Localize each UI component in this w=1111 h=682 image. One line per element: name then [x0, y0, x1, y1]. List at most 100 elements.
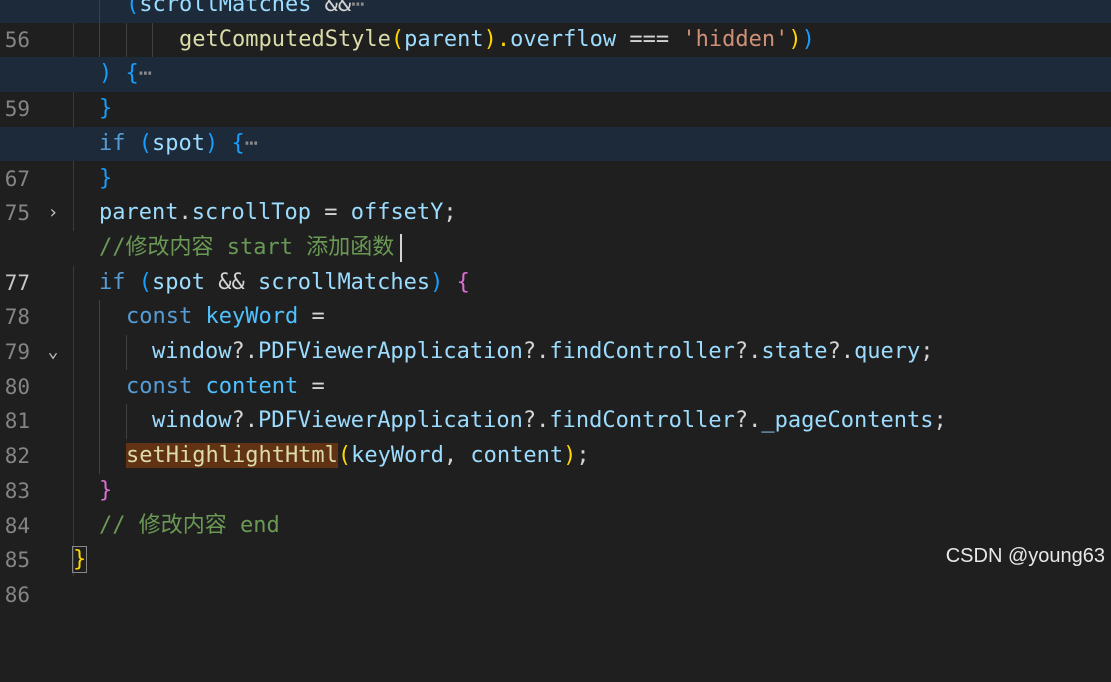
- brace: {: [218, 130, 245, 156]
- keyword: if: [99, 269, 126, 295]
- operator: ?.: [522, 408, 550, 434]
- identifier: _pageContents: [761, 408, 934, 434]
- indent-guide: [99, 369, 100, 405]
- indent-guide: [126, 335, 127, 370]
- identifier: offsetY: [350, 200, 444, 226]
- identifier: scrollTop: [191, 200, 311, 226]
- code-line-66[interactable]: 66 }: [0, 92, 1111, 156]
- indent-guide: [126, 22, 127, 58]
- operator: ?.: [827, 339, 855, 364]
- code-line-67[interactable]: 67 › if (spot) {⋯: [0, 126, 1111, 223]
- code-line-85[interactable]: 85 // 修改内容 end: [0, 509, 1111, 573]
- identifier: PDFViewerApplication: [257, 339, 523, 364]
- code-editor[interactable]: 56 › (scrollMatches &&⋯ 58 getComputedSt…: [0, 0, 1111, 607]
- folded-ellipsis-icon[interactable]: ⋯: [139, 61, 152, 86]
- comment: //修改内容 start 添加函数: [99, 234, 395, 260]
- operator: ?.: [734, 339, 762, 364]
- identifier: keyWord: [351, 443, 444, 469]
- keyword: const: [126, 304, 193, 330]
- paren: ): [788, 26, 802, 52]
- brace: }: [99, 165, 113, 191]
- code-line-77[interactable]: 77 //修改内容 start 添加函数: [0, 230, 1111, 295]
- indent-guide: [99, 300, 100, 335]
- brace: }: [99, 477, 113, 503]
- code-line-76[interactable]: 76 parent.scrollTop = offsetY;: [0, 196, 1111, 260]
- paren: ): [430, 269, 444, 295]
- brace: }: [99, 96, 113, 122]
- identifier: state: [761, 339, 828, 364]
- identifier: query: [854, 339, 921, 364]
- paren: ).: [483, 26, 511, 52]
- identifier: content: [470, 443, 564, 469]
- line-number: 86: [4, 582, 30, 607]
- code-line-58[interactable]: 58 getComputedStyle(parent).overflow ===…: [0, 22, 1111, 86]
- identifier: parent: [404, 26, 484, 52]
- highlighted-function-name: setHighlightHtml: [126, 443, 338, 469]
- string-literal: 'hidden': [682, 26, 789, 52]
- identifier: parent: [99, 200, 179, 226]
- paren: (: [125, 269, 152, 295]
- identifier: window: [152, 339, 232, 364]
- indent-guide: [99, 0, 100, 23]
- identifier: overflow: [510, 26, 617, 52]
- identifier: window: [152, 408, 232, 434]
- operator: .: [178, 200, 192, 226]
- folded-ellipsis-icon[interactable]: ⋯: [245, 131, 258, 156]
- paren: ): [99, 61, 113, 87]
- identifier: findController: [549, 408, 735, 434]
- operator: &&: [204, 269, 258, 295]
- operator: ,: [443, 443, 471, 469]
- paren: (: [337, 443, 352, 469]
- identifier: scrollMatches: [139, 0, 312, 17]
- indent-guide: [99, 404, 100, 440]
- indent-guide: [126, 404, 127, 440]
- paren: ): [801, 26, 815, 52]
- indent-guide: [99, 22, 100, 58]
- code-line-83[interactable]: 83 setHighlightHtml(keyWord, content);: [0, 439, 1111, 503]
- keyword: const: [126, 373, 193, 399]
- code-line-81[interactable]: 81 const content =: [0, 369, 1111, 433]
- identifier: content: [205, 373, 299, 399]
- keyword: if: [99, 130, 126, 156]
- brace-match: }: [71, 546, 88, 574]
- paren: ): [204, 130, 219, 156]
- operator: =: [298, 373, 325, 399]
- text-cursor: [400, 233, 403, 262]
- code-line-78[interactable]: 78 ⌄ if (spot && scrollMatches) {: [0, 266, 1111, 362]
- paren: (: [126, 0, 140, 17]
- code-line-79[interactable]: 79 const keyWord =: [0, 300, 1111, 364]
- code-line-59[interactable]: 59 › ) {⋯: [0, 57, 1111, 154]
- paren: (: [125, 130, 152, 156]
- code-line-56[interactable]: 56 › (scrollMatches &&⋯: [0, 0, 1111, 84]
- indent-guide: [99, 335, 100, 370]
- semicolon: ;: [443, 200, 457, 226]
- operator: ?.: [734, 408, 762, 434]
- identifier: keyWord: [205, 304, 299, 330]
- identifier: spot: [152, 130, 205, 156]
- code-line-82[interactable]: 82 window?.PDFViewerApplication?.findCon…: [0, 404, 1111, 468]
- comment: // 修改内容 end: [99, 512, 280, 538]
- folded-ellipsis-icon[interactable]: ⋯: [351, 0, 364, 17]
- operator: ?.: [231, 339, 258, 364]
- operator: &&: [311, 0, 352, 17]
- identifier: scrollMatches: [257, 269, 431, 295]
- code-line-86[interactable]: 86 }: [0, 543, 1111, 607]
- paren: ): [563, 443, 577, 469]
- operator: =: [298, 304, 325, 330]
- operator: =: [310, 200, 351, 226]
- operator: ===: [616, 26, 683, 52]
- brace: {: [112, 61, 139, 87]
- code-line-84[interactable]: 84 }: [0, 474, 1111, 538]
- semicolon: ;: [576, 443, 590, 469]
- indent-guide: [99, 439, 100, 474]
- brace: {: [443, 269, 470, 295]
- code-line-75[interactable]: 75 }: [0, 162, 1111, 226]
- identifier: spot: [152, 269, 205, 295]
- code-line-80[interactable]: 80 window?.PDFViewerApplication?.findCon…: [0, 335, 1111, 399]
- watermark: CSDN @young63: [945, 545, 1105, 567]
- indent-guide: [152, 22, 153, 58]
- identifier: PDFViewerApplication: [257, 408, 523, 434]
- semicolon: ;: [920, 339, 934, 364]
- operator: ?.: [522, 339, 550, 364]
